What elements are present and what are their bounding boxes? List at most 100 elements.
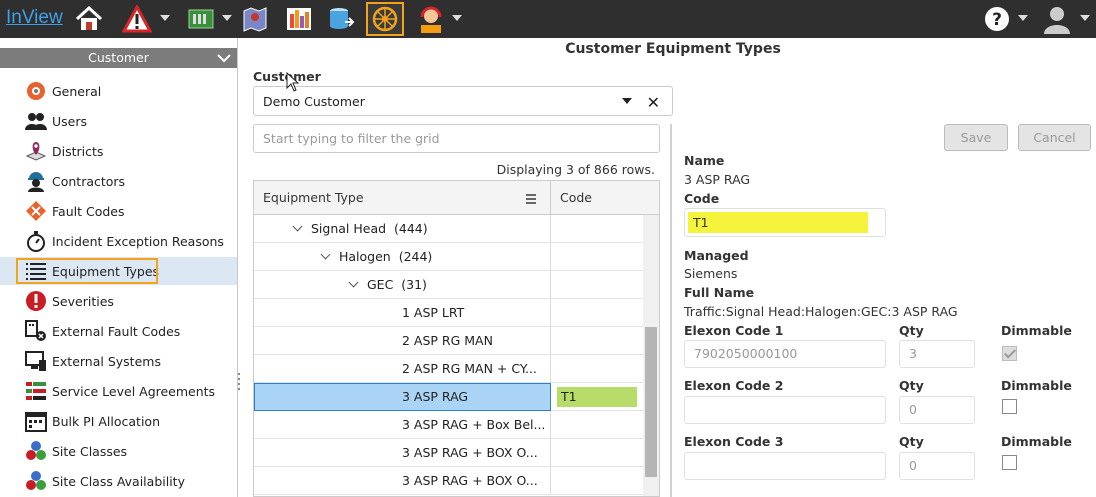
sidebar-item-districts[interactable]: Districts — [0, 137, 237, 165]
sidebar-item-severities[interactable]: Severities — [0, 287, 237, 315]
equipment-type-cell[interactable]: 3 ASP RAG + BOX O... — [254, 467, 551, 495]
elexon-code-3-field[interactable] — [684, 452, 886, 480]
home-icon[interactable] — [74, 4, 104, 34]
app-brand-link[interactable]: InView — [6, 7, 63, 29]
sidebar-item-equipment-types[interactable]: Equipment Types — [0, 257, 237, 285]
code-cell[interactable] — [551, 439, 643, 467]
help-icon[interactable]: ? — [982, 4, 1012, 34]
table-row[interactable]: 3 ASP RAG + BOX O... — [254, 467, 643, 495]
sidebar-item-users[interactable]: Users — [0, 107, 237, 135]
qty-1-field[interactable]: 3 — [899, 340, 975, 368]
elexon-code-2-field[interactable] — [684, 396, 886, 424]
code-cell[interactable] — [551, 467, 643, 495]
table-row[interactable]: GEC (31) — [254, 271, 643, 299]
cancel-button[interactable]: Cancel — [1018, 124, 1091, 151]
table-row[interactable]: 1 ASP LRT — [254, 299, 643, 327]
table-row-selected[interactable]: 3 ASP RAG T1 — [254, 383, 643, 411]
code-cell[interactable] — [551, 299, 643, 327]
customer-settings-wheel-icon[interactable] — [366, 2, 404, 36]
fault-code-icon — [24, 199, 48, 223]
sidebar-item-bulk-pi-allocation[interactable]: Bulk PI Allocation — [0, 407, 237, 435]
alarm-warning-icon[interactable] — [122, 4, 152, 34]
grid-filter-input[interactable] — [253, 124, 660, 153]
chevron-down-icon[interactable] — [217, 51, 231, 65]
controller-board-icon[interactable] — [186, 4, 216, 34]
code-field[interactable]: T1 — [684, 208, 886, 237]
dimmable-1-checkbox[interactable] — [1002, 346, 1017, 361]
map-icon[interactable] — [240, 4, 270, 34]
table-row[interactable]: Halogen (244) — [254, 243, 643, 271]
user-menu-caret-icon[interactable] — [1080, 15, 1090, 21]
code-cell[interactable] — [551, 327, 643, 355]
save-button[interactable]: Save — [944, 124, 1008, 151]
dimmable-3-checkbox[interactable] — [1002, 455, 1017, 470]
customer-select[interactable]: Demo Customer ✕ — [253, 86, 673, 116]
sidebar-item-site-class-availability[interactable]: Site Class Availability — [0, 467, 237, 495]
expand-caret-icon[interactable] — [348, 277, 359, 288]
tree-group-cell[interactable]: Halogen (244) — [254, 243, 551, 271]
qty-3-field[interactable]: 0 — [899, 452, 975, 480]
sidebar-item-contractors[interactable]: Contractors — [0, 167, 237, 195]
alarm-menu-caret-icon[interactable] — [160, 15, 170, 21]
expand-caret-icon[interactable] — [292, 221, 303, 232]
sidebar-item-external-systems[interactable]: External Systems — [0, 347, 237, 375]
alert-icon — [24, 289, 48, 313]
grid-scrollbar[interactable] — [643, 215, 659, 496]
user-avatar-icon[interactable] — [1042, 4, 1072, 34]
controller-menu-caret-icon[interactable] — [222, 15, 232, 21]
sidebar-item-fault-codes[interactable]: Fault Codes — [0, 197, 237, 225]
database-icon[interactable] — [326, 4, 356, 34]
elexon-code-2-label: Elexon Code 2 — [684, 378, 784, 393]
code-cell[interactable] — [551, 271, 643, 299]
dropdown-arrow-icon[interactable] — [622, 98, 632, 104]
equipment-type-cell[interactable]: 3 ASP RAG + Box Bel... — [254, 411, 551, 439]
sidebar-section-header[interactable]: Customer — [0, 48, 237, 68]
site-class-icon — [24, 439, 48, 463]
table-row[interactable]: 3 ASP RAG + Box Bel... — [254, 411, 643, 439]
name-label: Name — [684, 153, 725, 168]
equipment-type-cell[interactable]: 3 ASP RAG — [254, 383, 551, 411]
code-cell[interactable] — [551, 411, 643, 439]
code-cell[interactable] — [551, 355, 643, 383]
support-headset-icon[interactable] — [416, 4, 446, 34]
column-menu-icon[interactable] — [526, 194, 536, 206]
sidebar-item-incident-exception-reasons[interactable]: Incident Exception Reasons — [0, 227, 237, 255]
equipment-type-cell[interactable]: 2 ASP RG MAN — [254, 327, 551, 355]
qty-2-field[interactable]: 0 — [899, 396, 975, 424]
clear-icon[interactable]: ✕ — [647, 93, 660, 112]
sidebar-item-label: Users — [52, 113, 88, 129]
calendar-icon — [24, 409, 48, 433]
sidebar-item-external-fault-codes[interactable]: External Fault Codes — [0, 317, 237, 345]
expand-caret-icon[interactable] — [320, 249, 331, 260]
column-header-equipment-type[interactable]: Equipment Type — [254, 181, 551, 215]
equipment-type-cell[interactable]: 3 ASP RAG + BOX O... — [254, 439, 551, 467]
table-row[interactable]: 3 ASP RAG + BOX O... — [254, 439, 643, 467]
code-cell[interactable] — [551, 243, 643, 271]
full-name-value: Traffic:Signal Head:Halogen:GEC:3 ASP RA… — [684, 304, 958, 319]
gear-icon — [24, 79, 48, 103]
sidebar-item-site-classes[interactable]: Site Classes — [0, 437, 237, 465]
support-menu-caret-icon[interactable] — [452, 15, 462, 21]
qty-3-label: Qty — [899, 434, 924, 449]
equipment-type-cell[interactable]: 1 ASP LRT — [254, 299, 551, 327]
scrollbar-thumb[interactable] — [645, 327, 657, 477]
code-cell[interactable]: T1 — [551, 383, 643, 411]
dimmable-1-label: Dimmable — [1001, 323, 1072, 338]
help-menu-caret-icon[interactable] — [1018, 15, 1028, 21]
elexon-code-1-field[interactable]: 7902050000100 — [684, 340, 886, 368]
table-row[interactable]: 2 ASP RG MAN + CY... — [254, 355, 643, 383]
group-label: GEC — [367, 277, 394, 292]
table-row[interactable]: 2 ASP RG MAN — [254, 327, 643, 355]
reports-chart-icon[interactable] — [284, 4, 314, 34]
worker-icon — [24, 169, 48, 193]
sidebar-item-general[interactable]: General — [0, 77, 237, 105]
sidebar-item-label: Incident Exception Reasons — [52, 233, 224, 249]
equipment-type-cell[interactable]: 2 ASP RG MAN + CY... — [254, 355, 551, 383]
dimmable-2-checkbox[interactable] — [1002, 399, 1017, 414]
column-header-code[interactable]: Code — [551, 181, 659, 215]
sidebar-item-service-level-agreements[interactable]: Service Level Agreements — [0, 377, 237, 405]
tree-group-cell[interactable]: Signal Head (444) — [254, 215, 551, 243]
tree-group-cell[interactable]: GEC (31) — [254, 271, 551, 299]
code-cell[interactable] — [551, 215, 643, 243]
table-row[interactable]: Signal Head (444) — [254, 215, 643, 243]
